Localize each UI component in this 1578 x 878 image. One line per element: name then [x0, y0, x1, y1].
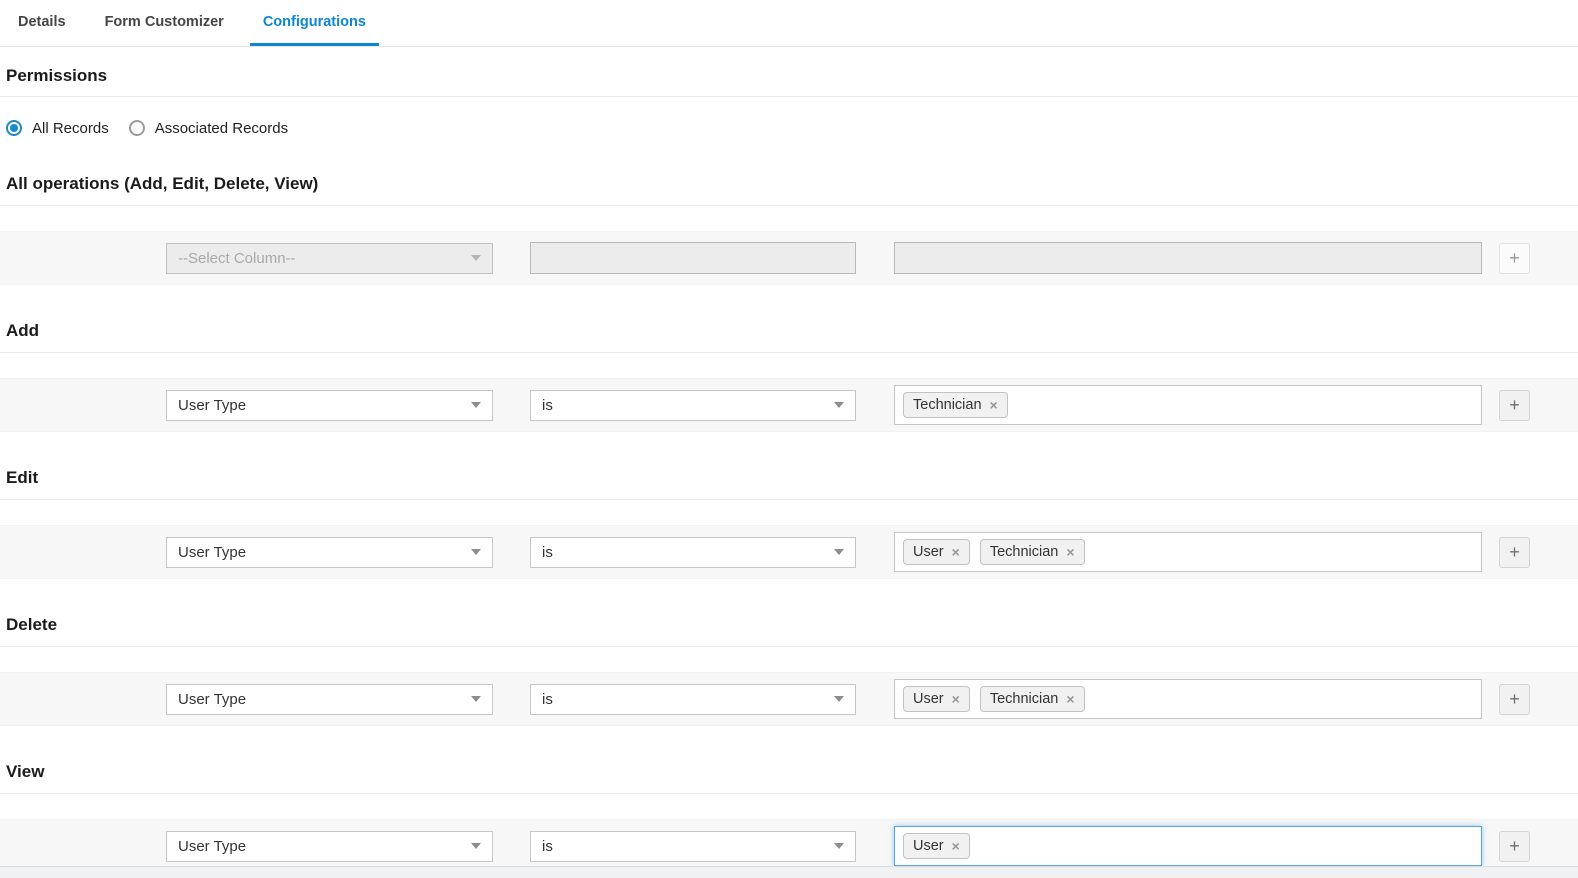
chevron-down-icon [471, 402, 481, 408]
value-tag-user: User × [903, 686, 970, 712]
horizontal-scrollbar-track[interactable] [0, 866, 1578, 878]
value-tag-technician: Technician × [979, 539, 1085, 565]
remove-tag-icon[interactable]: × [952, 839, 960, 853]
chevron-down-icon [834, 549, 844, 555]
column-select[interactable]: User Type [166, 389, 493, 421]
condition-select[interactable]: is [530, 536, 856, 568]
remove-tag-icon[interactable]: × [952, 545, 960, 559]
tab-form-customizer[interactable]: Form Customizer [92, 0, 237, 46]
permissions-divider [0, 96, 1578, 97]
column-select[interactable]: User Type [166, 830, 493, 862]
section-heading-view: View [6, 762, 45, 781]
radio-option-associated-records[interactable]: Associated Records [128, 119, 289, 137]
radio-option-label: Associated Records [154, 119, 289, 137]
value-tag-technician: Technician × [979, 686, 1085, 712]
add-criteria-button[interactable]: + [1499, 830, 1530, 862]
criteria-values-input [894, 242, 1482, 274]
value-tag-technician: Technician × [903, 392, 1008, 418]
section-divider [0, 205, 1578, 206]
value-tag-label: Technician [989, 691, 1059, 707]
radio-option-all-records[interactable]: All Records [6, 120, 109, 137]
condition-select-value: is [542, 837, 553, 855]
column-select-value: User Type [178, 690, 247, 708]
column-select-value: User Type [178, 837, 247, 855]
chevron-down-icon [834, 696, 844, 702]
criteria-row-view: User Type is User × + [0, 819, 1578, 873]
section-divider [0, 793, 1578, 794]
section-view: View User Type is User × + [0, 762, 1578, 873]
section-heading-delete: Delete [6, 615, 58, 634]
column-select-value: User Type [178, 396, 247, 414]
chevron-down-icon [471, 843, 481, 849]
add-criteria-button[interactable]: + [1499, 683, 1530, 715]
add-criteria-button[interactable]: + [1499, 389, 1530, 421]
value-tag-label: User [913, 544, 944, 560]
tab-details[interactable]: Details [5, 0, 79, 46]
column-select-value: User Type [178, 543, 247, 561]
remove-tag-icon[interactable]: × [1066, 545, 1074, 559]
record-scope-radio-group: All Records Associated Records [6, 118, 1578, 138]
value-tag-user: User × [903, 833, 970, 859]
add-criteria-button[interactable]: + [1499, 242, 1530, 274]
section-add: Add User Type is Technician × + [0, 321, 1578, 432]
section-divider [0, 352, 1578, 353]
value-tag-label: User [913, 838, 944, 854]
criteria-sections: All operations (Add, Edit, Delete, View)… [0, 174, 1578, 873]
criteria-row-delete: User Type is User × Technician × + [0, 672, 1578, 726]
chevron-down-icon [471, 255, 481, 261]
value-tag-label: Technician [989, 544, 1059, 560]
section-heading-add: Add [6, 321, 40, 340]
tab-bar: Details Form Customizer Configurations [0, 0, 1578, 47]
column-select: --Select Column-- [166, 242, 493, 274]
chevron-down-icon [834, 843, 844, 849]
value-tag-user: User × [903, 539, 970, 565]
section-divider [0, 499, 1578, 500]
condition-select[interactable]: is [530, 389, 856, 421]
remove-tag-icon[interactable]: × [952, 692, 960, 706]
chevron-down-icon [834, 402, 844, 408]
add-criteria-button[interactable]: + [1499, 536, 1530, 568]
criteria-values-input[interactable]: User × Technician × [894, 679, 1482, 719]
chevron-down-icon [471, 696, 481, 702]
section-heading-all-operations: All operations (Add, Edit, Delete, View) [6, 174, 319, 193]
condition-select[interactable]: is [530, 830, 856, 862]
column-select-value: --Select Column-- [178, 249, 296, 267]
tab-configurations[interactable]: Configurations [249, 0, 379, 46]
criteria-values-input[interactable]: User × [894, 826, 1482, 866]
column-select[interactable]: User Type [166, 536, 493, 568]
column-select[interactable]: User Type [166, 683, 493, 715]
condition-select[interactable]: is [530, 683, 856, 715]
criteria-row-edit: User Type is User × Technician × + [0, 525, 1578, 579]
criteria-values-input[interactable]: Technician × [894, 385, 1482, 425]
radio-selected-icon[interactable] [6, 120, 22, 136]
criteria-row-all-operations: --Select Column-- + [0, 231, 1578, 285]
configurations-panel: Details Form Customizer Configurations Per… [0, 0, 1578, 878]
section-all-operations: All operations (Add, Edit, Delete, View)… [0, 174, 1578, 285]
condition-select-value: is [542, 690, 553, 708]
criteria-values-input[interactable]: User × Technician × [894, 532, 1482, 572]
permissions-heading: Permissions [6, 66, 108, 85]
condition-select [530, 242, 856, 274]
condition-select-value: is [542, 543, 553, 561]
condition-select-value: is [542, 396, 553, 414]
value-tag-label: User [913, 691, 944, 707]
section-delete: Delete User Type is User × Technician × + [0, 615, 1578, 726]
section-divider [0, 646, 1578, 647]
remove-tag-icon[interactable]: × [990, 398, 998, 412]
radio-option-label: All Records [32, 119, 109, 137]
chevron-down-icon [471, 549, 481, 555]
section-heading-edit: Edit [6, 468, 39, 487]
criteria-row-add: User Type is Technician × + [0, 378, 1578, 432]
radio-unselected-icon[interactable] [128, 120, 145, 136]
value-tag-label: Technician [913, 397, 982, 413]
section-edit: Edit User Type is User × Technician × + [0, 468, 1578, 579]
remove-tag-icon[interactable]: × [1066, 692, 1074, 706]
